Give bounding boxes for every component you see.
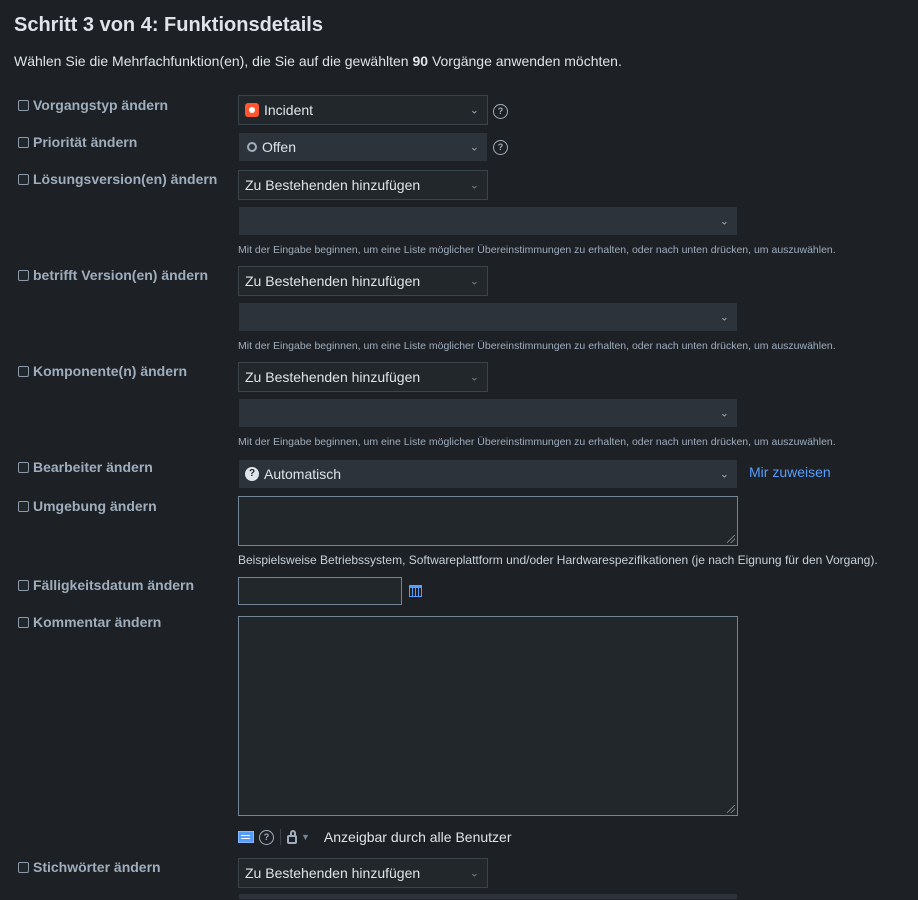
issue-type-row-label: Vorgangstyp ändern [18,97,168,113]
chevron-down-icon: ⌄ [469,371,479,384]
affects-version-row-label: betrifft Version(en) ändern [18,267,208,283]
comment-toolbar: ? ▼ Anzeigbar durch alle Benutzer [238,828,511,846]
components-label: Komponente(n) ändern [33,363,187,379]
fix-version-row-label: Lösungsversion(en) ändern [18,171,217,187]
comment-checkbox[interactable] [18,616,29,628]
components-row-label: Komponente(n) ändern [18,363,187,379]
priority-label: Priorität ändern [33,134,138,150]
environment-checkbox[interactable] [18,500,29,512]
priority-checkbox[interactable] [18,136,29,148]
priority-value: Offen [262,139,296,155]
chevron-down-icon: ⌄ [469,867,479,880]
labels-row-label: Stichwörter ändern [18,859,161,875]
fix-version-picker[interactable]: ⌄ [238,206,738,236]
resize-grip-icon[interactable] [727,535,735,543]
circle-icon [247,142,257,152]
fix-version-hint: Mit der Eingabe beginnen, um eine Liste … [238,244,836,256]
due-date-checkbox[interactable] [18,579,29,591]
due-date-label: Fälligkeitsdatum ändern [33,577,195,593]
caret-down-icon[interactable]: ▼ [301,832,310,842]
due-date-row-label: Fälligkeitsdatum ändern [18,577,194,593]
issue-type-checkbox[interactable] [18,99,29,111]
help-icon[interactable]: ? [259,829,274,845]
issue-type-select[interactable]: Incident ⌄ [238,95,488,125]
assign-to-me-link[interactable]: Mir zuweisen [749,464,831,480]
chevron-down-icon: ⌄ [469,179,479,192]
affects-version-checkbox[interactable] [18,269,29,281]
fix-version-checkbox[interactable] [18,173,29,185]
assignee-label: Bearbeiter ändern [33,459,153,475]
comment-visibility: Anzeigbar durch alle Benutzer [323,829,512,845]
affects-version-picker[interactable]: ⌄ [238,302,738,332]
toolbar-separator [280,829,281,845]
assignee-row-label: Bearbeiter ändern [18,459,153,475]
chevron-down-icon: ⌄ [469,275,479,288]
priority-select[interactable]: Offen ⌄ [238,132,488,162]
intro-text-before: Wählen Sie die Mehrfachfunktion(en), die… [14,53,409,69]
due-date-input[interactable] [238,577,402,605]
intro-text-after: Vorgänge anwenden möchten. [431,53,622,69]
fix-version-mode-value: Zu Bestehenden hinzufügen [245,177,421,193]
affects-version-mode-select[interactable]: Zu Bestehenden hinzufügen ⌄ [238,266,488,296]
unlock-icon[interactable] [287,830,297,844]
question-avatar-icon: ? [245,467,259,481]
issue-type-label: Vorgangstyp ändern [33,97,169,113]
labels-label: Stichwörter ändern [33,859,161,875]
issue-type-value: Incident [264,102,314,118]
environment-label: Umgebung ändern [33,498,157,514]
intro-count: 90 [412,53,429,69]
fix-version-mode-select[interactable]: Zu Bestehenden hinzufügen ⌄ [238,170,488,200]
labels-checkbox[interactable] [18,861,29,873]
affects-version-mode-value: Zu Bestehenden hinzufügen [245,273,421,289]
chevron-down-icon: ⌄ [719,407,729,420]
comment-row-label: Kommentar ändern [18,614,161,630]
comment-label: Kommentar ändern [33,614,162,630]
components-mode-value: Zu Bestehenden hinzufügen [245,369,421,385]
help-icon[interactable]: ? [493,140,508,155]
components-checkbox[interactable] [18,365,29,377]
chevron-down-icon: ⌄ [469,141,479,154]
incident-icon [245,103,259,117]
help-icon[interactable]: ? [493,104,508,119]
assignee-checkbox[interactable] [18,461,29,473]
environment-textarea[interactable] [238,496,738,546]
labels-mode-select[interactable]: Zu Bestehenden hinzufügen ⌄ [238,858,488,888]
assignee-value: Automatisch [264,466,342,482]
chevron-down-icon: ⌄ [719,311,729,324]
labels-mode-value: Zu Bestehenden hinzufügen [245,865,421,881]
wiki-markup-icon[interactable] [238,831,254,843]
affects-version-hint: Mit der Eingabe beginnen, um eine Liste … [238,340,836,352]
priority-row-label: Priorität ändern [18,134,137,150]
fix-version-label: Lösungsversion(en) ändern [33,171,218,187]
components-picker[interactable]: ⌄ [238,398,738,428]
comment-textarea[interactable] [238,616,738,816]
labels-picker[interactable] [238,893,738,900]
assignee-select[interactable]: ? Automatisch ⌄ [238,459,738,489]
chevron-down-icon: ⌄ [469,104,479,117]
components-mode-select[interactable]: Zu Bestehenden hinzufügen ⌄ [238,362,488,392]
environment-hint: Beispielsweise Betriebssystem, Softwarep… [238,553,878,567]
components-hint: Mit der Eingabe beginnen, um eine Liste … [238,436,836,448]
page-title: Schritt 3 von 4: Funktionsdetails [14,14,323,36]
environment-row-label: Umgebung ändern [18,498,157,514]
chevron-down-icon: ⌄ [719,468,729,481]
page-intro: Wählen Sie die Mehrfachfunktion(en), die… [14,53,622,69]
chevron-down-icon: ⌄ [719,215,729,228]
affects-version-label: betrifft Version(en) ändern [33,267,209,283]
calendar-icon[interactable] [409,585,422,597]
resize-grip-icon[interactable] [727,805,735,813]
